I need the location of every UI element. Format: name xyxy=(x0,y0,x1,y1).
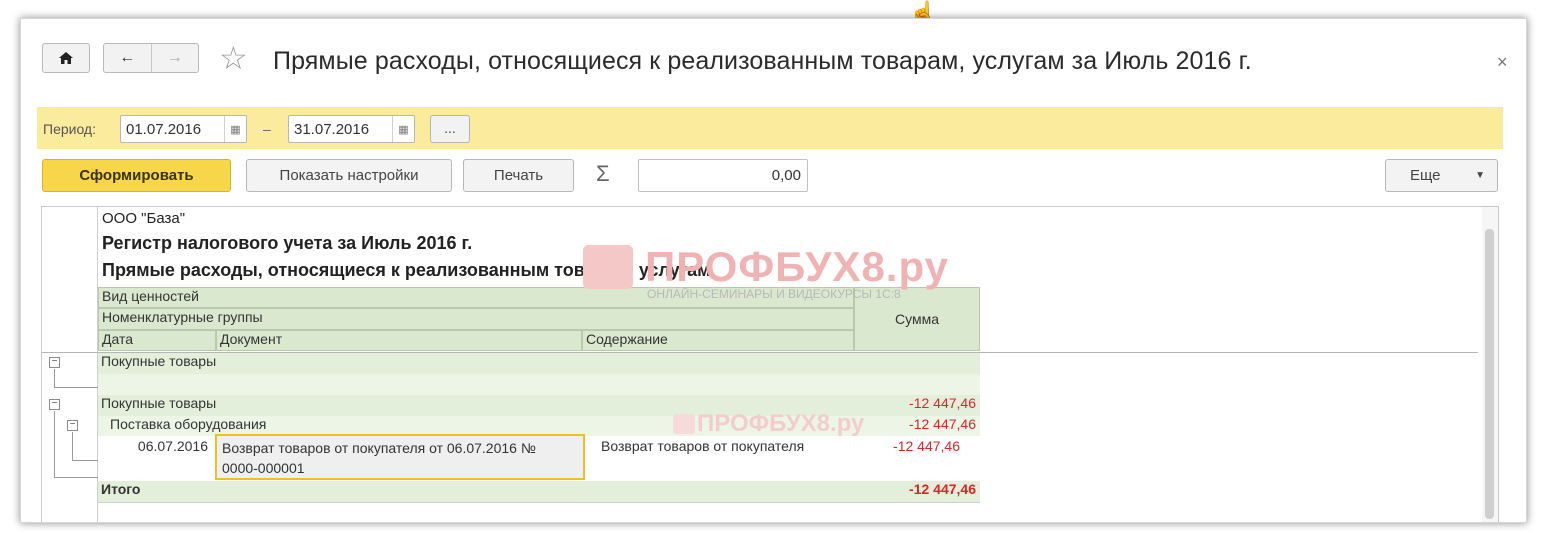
watermark: ПРОФБУХ8.ру xyxy=(583,243,948,293)
group-row-sum xyxy=(854,353,980,374)
subgroup-row-sum: -12 447,46 xyxy=(854,416,980,436)
empty-subgroup-row xyxy=(98,374,980,395)
column-header-document: Документ xyxy=(216,330,582,351)
arrow-right-icon: → xyxy=(166,49,183,66)
total-separator xyxy=(98,502,980,503)
forward-button[interactable]: → xyxy=(150,44,199,72)
choose-period-button[interactable]: ... xyxy=(430,115,470,143)
calendar-icon[interactable]: ▦ xyxy=(392,116,414,142)
organization-name: ООО "База" xyxy=(102,210,186,227)
column-header-nomenclature-groups: Номенклатурные группы xyxy=(98,308,854,330)
group-row-sum: -12 447,46 xyxy=(854,395,980,416)
collapse-icon[interactable]: − xyxy=(49,357,60,368)
detail-content: Возврат товаров от покупателя xyxy=(601,438,805,454)
tree-connector xyxy=(72,432,73,460)
watermark-logo-icon xyxy=(583,245,633,289)
vertical-scrollbar[interactable] xyxy=(1482,207,1498,522)
period-end-field[interactable]: 31.07.2016 ▦ xyxy=(288,115,415,143)
period-end-value: 31.07.2016 xyxy=(294,120,370,138)
tree-connector xyxy=(54,411,55,477)
tree-connector xyxy=(54,387,98,388)
favorite-star-icon[interactable]: ☆ xyxy=(219,41,248,75)
detail-document-cell[interactable]: Возврат товаров от покупателя от 06.07.2… xyxy=(215,434,585,480)
collapse-icon[interactable]: − xyxy=(49,399,60,410)
detail-date: 06.07.2016 xyxy=(137,438,208,454)
detail-document-line: Возврат товаров от покупателя от 06.07.2… xyxy=(222,440,536,456)
show-settings-button[interactable]: Показать настройки xyxy=(246,159,452,192)
period-separator: – xyxy=(263,121,271,137)
detail-document-number: 0000-000001 xyxy=(222,460,305,476)
period-label: Период: xyxy=(43,121,96,137)
home-button[interactable] xyxy=(42,43,90,73)
group-row-purchased-goods[interactable]: Покупные товары xyxy=(98,353,854,374)
close-icon[interactable]: × xyxy=(1497,52,1508,73)
print-button[interactable]: Печать xyxy=(463,159,574,192)
home-icon xyxy=(59,52,73,64)
report-window: ← → ☆ Прямые расходы, относящиеся к реал… xyxy=(20,18,1527,523)
period-panel: Период: 01.07.2016 ▦ – 31.07.2016 ▦ ... xyxy=(37,107,1503,149)
report-heading: Регистр налогового учета за Июль 2016 г. xyxy=(102,233,473,253)
sum-icon: Σ xyxy=(596,161,610,186)
watermark-subtitle: ОНЛАЙН-СЕМИНАРЫ И ВИДЕОКУРСЫ 1С:8 xyxy=(647,287,901,301)
watermark-text: ПРОФБУХ8.ру xyxy=(645,243,949,290)
tree-connector xyxy=(54,477,98,478)
back-button[interactable]: ← xyxy=(104,44,151,72)
tree-connector xyxy=(54,369,55,387)
window-title: Прямые расходы, относящиеся к реализован… xyxy=(273,47,1252,75)
chevron-down-icon: ▼ xyxy=(1475,170,1485,181)
scrollbar-thumb[interactable] xyxy=(1485,229,1494,519)
tree-connector xyxy=(72,460,98,461)
total-row-sum: -12 447,46 xyxy=(854,481,980,502)
watermark-text-secondary: ПРОФБУХ8.ру xyxy=(697,410,865,437)
watermark-logo-icon xyxy=(673,414,695,434)
collapse-icon[interactable]: − xyxy=(67,420,78,431)
selection-sum-field: 0,00 xyxy=(638,159,808,192)
calendar-icon[interactable]: ▦ xyxy=(224,116,246,142)
history-navigation: ← → xyxy=(103,43,199,73)
generate-button[interactable]: Сформировать xyxy=(42,159,231,192)
period-start-field[interactable]: 01.07.2016 ▦ xyxy=(120,115,247,143)
arrow-left-icon: ← xyxy=(119,49,136,66)
column-header-date: Дата xyxy=(98,330,216,351)
total-row-label: Итого xyxy=(98,481,854,502)
more-menu-label: Еще xyxy=(1410,167,1441,184)
period-start-value: 01.07.2016 xyxy=(126,120,202,138)
column-header-content: Содержание xyxy=(582,330,854,351)
detail-sum: -12 447,46 xyxy=(893,438,960,454)
more-menu-button[interactable]: Еще ▼ xyxy=(1385,159,1498,192)
